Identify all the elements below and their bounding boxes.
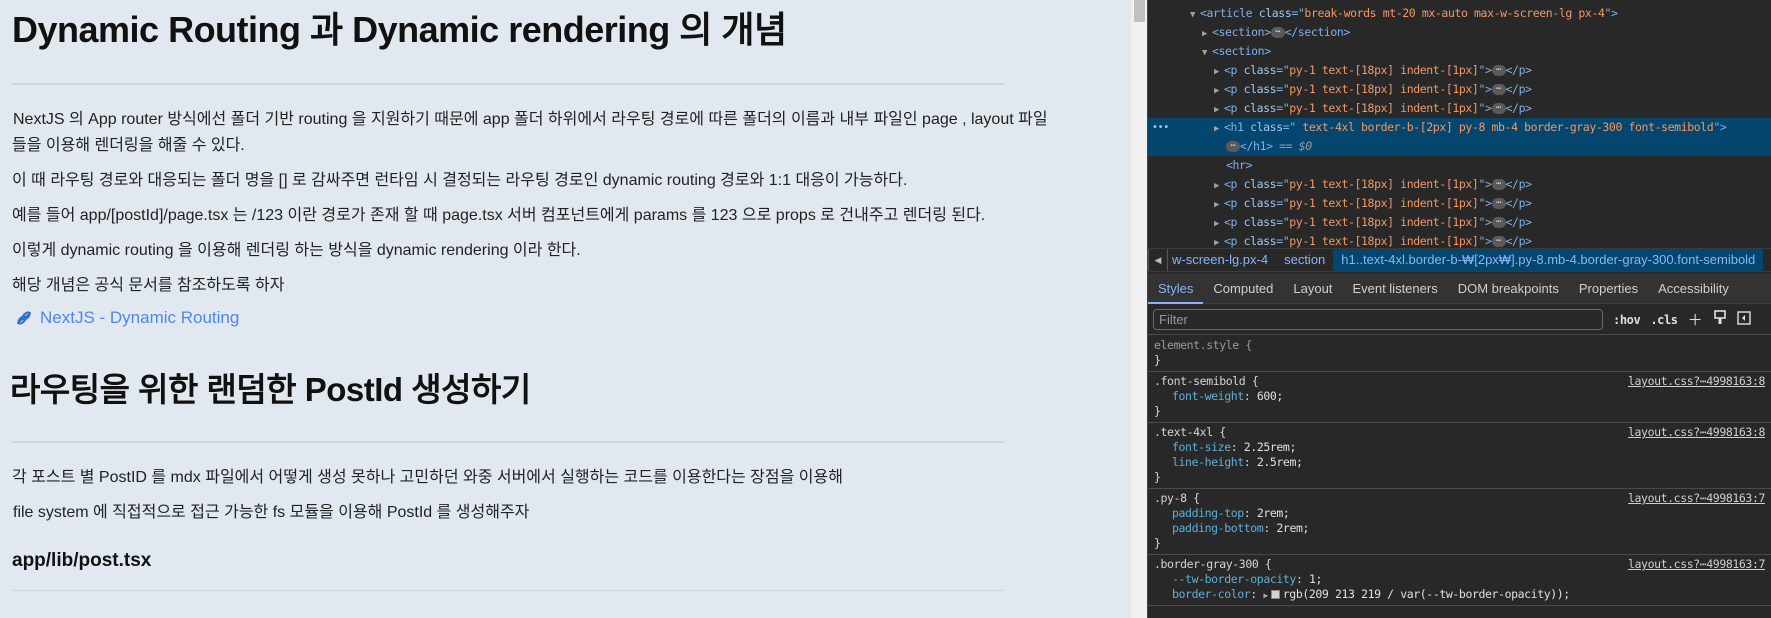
heading-divider xyxy=(12,441,1004,443)
link-icon xyxy=(14,308,34,328)
dom-node-section-open[interactable]: ▼ <section> xyxy=(1148,42,1771,61)
ellipsis-icon[interactable]: ⋯ xyxy=(1226,141,1240,152)
stylesheet-source-link[interactable]: layout.css?⋯4998163:7 xyxy=(1628,491,1765,505)
link-label[interactable]: NextJS - Dynamic Routing xyxy=(40,308,239,328)
dom-breadcrumb: ◀ w-screen-lg.px-4 section h1..text-4xl.… xyxy=(1148,248,1771,272)
tab-accessibility[interactable]: Accessibility xyxy=(1648,274,1739,303)
page-scrollbar[interactable] xyxy=(1130,0,1147,618)
breadcrumb-item[interactable]: section xyxy=(1276,249,1333,271)
breadcrumb-item-active[interactable]: h1..text-4xl.border-b-₩[2px₩].py-8.mb-4.… xyxy=(1333,249,1764,271)
rule-py-8[interactable]: layout.css?⋯4998163:7 .py-8 { padding-to… xyxy=(1148,489,1771,555)
stylesheet-source-link[interactable]: layout.css?⋯4998163:7 xyxy=(1628,557,1765,571)
dom-node-p[interactable]: ▶ <p class="py-1 text-[18px] indent-[1px]… xyxy=(1148,194,1771,213)
paragraph: 예를 들어 app/[postId]/page.tsx 는 /123 이란 경로… xyxy=(12,207,986,224)
class-toggle[interactable]: .cls xyxy=(1650,313,1678,327)
elements-tree: ▼ <article class="break-words mt-20 mx-au… xyxy=(1148,4,1771,248)
stylesheet-source-link[interactable]: layout.css?⋯4998163:8 xyxy=(1628,374,1765,388)
paragraph: 이 때 라우팅 경로와 대응되는 폴더 명을 [] 로 감싸주면 런타임 시 결… xyxy=(12,172,908,189)
paragraph: 해당 개념은 공식 문서를 참조하도록 하자 xyxy=(12,277,285,294)
devtools-panel: ▼ <article class="break-words mt-20 mx-au… xyxy=(1148,0,1771,618)
ellipsis-icon[interactable]: ⋯ xyxy=(1491,103,1506,114)
heading-dynamic-routing: Dynamic Routing 과 Dynamic rendering 의 개념 xyxy=(12,9,787,50)
breadcrumb-item[interactable]: w-screen-lg.px-4 xyxy=(1168,249,1276,271)
paint-brush-icon[interactable] xyxy=(1713,310,1727,329)
ellipsis-icon[interactable]: ⋯ xyxy=(1491,65,1506,76)
sidebar-tabs: Styles Computed Layout Event listeners D… xyxy=(1148,274,1771,304)
ellipsis-icon[interactable]: ⋯ xyxy=(1491,179,1506,190)
paragraph: 각 포스트 별 PostID 를 mdx 파일에서 어떻게 생성 못하나 고민하… xyxy=(12,469,843,486)
paragraph: file system 에 직접적으로 접근 가능한 fs 모듈을 이용해 Po… xyxy=(13,504,530,521)
rule-element-style[interactable]: element.style { } xyxy=(1148,336,1771,372)
rule-text-4xl[interactable]: layout.css?⋯4998163:8 .text-4xl { font-s… xyxy=(1148,423,1771,489)
rule-font-semibold[interactable]: layout.css?⋯4998163:8 .font-semibold { f… xyxy=(1148,372,1771,423)
ellipsis-icon[interactable]: ⋯ xyxy=(1491,217,1506,228)
heading-post-file: app/lib/post.tsx xyxy=(12,550,152,571)
tab-event-listeners[interactable]: Event listeners xyxy=(1342,274,1447,303)
heading-random-postid: 라우팅을 위한 랜덤한 PostId 생성하기 xyxy=(10,371,531,408)
styles-filter-input[interactable] xyxy=(1153,309,1603,330)
rule-border-gray-300[interactable]: layout.css?⋯4998163:7 .border-gray-300 {… xyxy=(1148,555,1771,606)
color-swatch[interactable] xyxy=(1270,590,1280,599)
heading-divider xyxy=(12,83,1004,85)
paragraph: NextJS 의 App router 방식에선 폴더 기반 routing 을… xyxy=(13,111,1048,128)
dom-node-section[interactable]: ▶ <section> ⋯ </section> xyxy=(1148,23,1771,42)
paragraph: 이렇게 dynamic routing 을 이용해 렌더링 하는 방식을 dyn… xyxy=(12,242,581,259)
toggle-sidebar-icon[interactable] xyxy=(1736,310,1751,329)
tab-properties[interactable]: Properties xyxy=(1569,274,1648,303)
dom-node-article[interactable]: ▼ <article class="break-words mt-20 mx-au… xyxy=(1148,4,1771,23)
tab-styles[interactable]: Styles xyxy=(1148,274,1204,304)
dom-node-p[interactable]: ▶ <p class="py-1 text-[18px] indent-[1px]… xyxy=(1148,61,1771,80)
dom-node-p[interactable]: ▶ <p class="py-1 text-[18px] indent-[1px]… xyxy=(1148,175,1771,194)
dom-node-p[interactable]: ▶ <p class="py-1 text-[18px] indent-[1px]… xyxy=(1148,213,1771,232)
dom-node-p[interactable]: ▶ <p class="py-1 text-[18px] indent-[1px]… xyxy=(1148,80,1771,99)
dom-node-p[interactable]: ▶ <p class="py-1 text-[18px] indent-[1px]… xyxy=(1148,99,1771,118)
dom-node-h1-selected[interactable]: ••• ▶ <h1 class=" text-4xl border-b-[2px]… xyxy=(1148,118,1771,156)
more-actions-icon[interactable]: ••• xyxy=(1152,118,1169,137)
breadcrumb-scroll-left-icon[interactable]: ◀ xyxy=(1148,249,1168,271)
ellipsis-icon[interactable]: ⋯ xyxy=(1270,27,1285,38)
scrollbar-thumb[interactable] xyxy=(1134,0,1145,22)
tab-layout[interactable]: Layout xyxy=(1283,274,1342,303)
tab-dom-breakpoints[interactable]: DOM breakpoints xyxy=(1448,274,1569,303)
new-style-rule-icon[interactable]: ＋ xyxy=(1688,309,1703,330)
tab-computed[interactable]: Computed xyxy=(1203,274,1283,303)
paragraph: 들을 이용해 렌더링을 해줄 수 있다. xyxy=(12,137,245,154)
heading-divider xyxy=(12,590,1004,591)
style-rules: element.style { } layout.css?⋯4998163:8 … xyxy=(1148,336,1771,606)
page-viewport: Dynamic Routing 과 Dynamic rendering 의 개념… xyxy=(0,0,1130,618)
ellipsis-icon[interactable]: ⋯ xyxy=(1491,84,1506,95)
hover-state-toggle[interactable]: :hov xyxy=(1613,313,1641,327)
ellipsis-icon[interactable]: ⋯ xyxy=(1491,198,1506,209)
styles-filter-bar: :hov .cls ＋ xyxy=(1148,305,1771,335)
dom-node-hr[interactable]: <hr> xyxy=(1148,156,1771,175)
stylesheet-source-link[interactable]: layout.css?⋯4998163:8 xyxy=(1628,425,1765,439)
ellipsis-icon[interactable]: ⋯ xyxy=(1491,236,1506,247)
nextjs-dynamic-routing-link[interactable]: NextJS - Dynamic Routing xyxy=(14,308,239,328)
